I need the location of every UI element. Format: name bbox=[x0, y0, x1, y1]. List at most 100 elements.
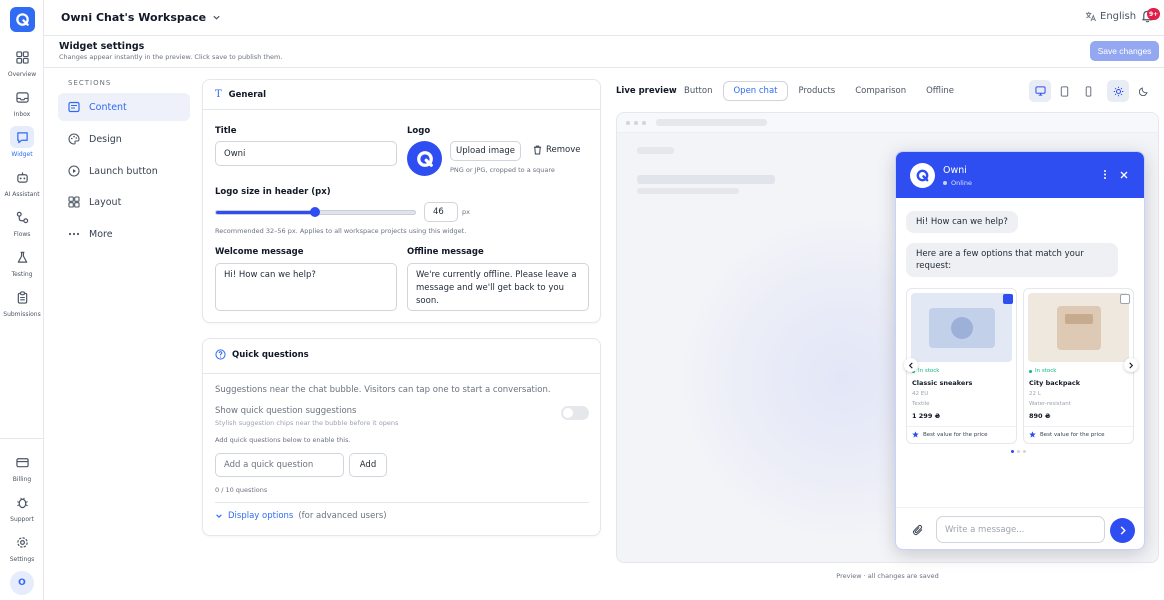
clipboard-icon bbox=[10, 286, 34, 308]
star-icon bbox=[912, 431, 919, 438]
section-layout[interactable]: Layout bbox=[58, 188, 190, 216]
divider bbox=[203, 109, 600, 110]
nav-item-inbox[interactable]: Inbox bbox=[0, 86, 44, 122]
quick-suggestions-toggle[interactable] bbox=[561, 406, 589, 420]
skeleton-line bbox=[637, 147, 674, 154]
more-vertical-icon[interactable] bbox=[1103, 169, 1107, 180]
remove-button[interactable]: Remove bbox=[533, 145, 581, 155]
logo-hint: PNG or JPG, cropped to a square bbox=[450, 166, 555, 174]
title-input[interactable]: Owni bbox=[215, 141, 397, 166]
chat-status: Online bbox=[943, 179, 972, 187]
chevron-right-icon bbox=[1129, 361, 1134, 369]
compare-checkbox[interactable] bbox=[1120, 294, 1130, 304]
stock-label: In stock bbox=[1035, 368, 1057, 374]
carousel-prev-button[interactable] bbox=[904, 358, 918, 372]
carousel-dot[interactable] bbox=[1011, 450, 1014, 453]
divider bbox=[907, 426, 1016, 427]
carousel-dot[interactable] bbox=[1023, 450, 1026, 453]
display-options-toggle[interactable]: Display options (for advanced users) bbox=[215, 511, 387, 521]
logo-label: Logo bbox=[407, 126, 431, 136]
product-image bbox=[911, 293, 1012, 362]
quick-header: Quick questions bbox=[215, 349, 309, 360]
nav-item-settings[interactable]: Settings bbox=[0, 531, 44, 567]
offline-message-textarea[interactable]: We're currently offline. Please leave a … bbox=[407, 263, 589, 311]
skeleton-line bbox=[637, 175, 775, 184]
send-button[interactable] bbox=[1110, 518, 1135, 543]
nav-item-testing[interactable]: Testing bbox=[0, 246, 44, 282]
app-logo[interactable] bbox=[10, 7, 35, 32]
workspace-switcher[interactable]: Owni Chat's Workspace bbox=[61, 11, 221, 24]
bot-message: Here are a few options that match your r… bbox=[906, 243, 1118, 277]
tab-open-chat[interactable]: Open chat bbox=[723, 81, 788, 101]
page-subtitle: Changes appear instantly in the preview.… bbox=[59, 53, 283, 61]
chat-input-placeholder: Write a message... bbox=[945, 524, 1025, 535]
product-price: 1 299 ₴ bbox=[912, 412, 941, 420]
logo-icon bbox=[916, 169, 929, 182]
logo-icon bbox=[16, 13, 29, 26]
desktop-icon[interactable] bbox=[1029, 80, 1051, 102]
chevron-down-icon bbox=[213, 15, 220, 20]
carousel-dots bbox=[1011, 450, 1026, 453]
close-icon[interactable] bbox=[1120, 171, 1128, 179]
tab-button[interactable]: Button bbox=[675, 82, 721, 100]
nav-item-flows[interactable]: Flows bbox=[0, 206, 44, 242]
tab-offline[interactable]: Offline bbox=[917, 82, 963, 100]
section-design[interactable]: Design bbox=[58, 125, 190, 153]
welcome-message-textarea[interactable]: Hi! How can we help? bbox=[215, 263, 397, 311]
workspace-name: Owni Chat's Workspace bbox=[61, 11, 207, 24]
welcome-value: Hi! How can we help? bbox=[224, 270, 316, 280]
sun-icon[interactable] bbox=[1107, 80, 1129, 102]
nav-item-submissions[interactable]: Submissions bbox=[0, 286, 44, 322]
add-question-button[interactable]: Add bbox=[349, 453, 387, 477]
status-label: Online bbox=[951, 179, 972, 187]
display-options-label: Display options bbox=[228, 511, 294, 521]
page-header: Widget settings Changes appear instantly… bbox=[44, 36, 1164, 68]
section-label: Design bbox=[89, 133, 122, 145]
welcome-label: Welcome message bbox=[215, 247, 304, 257]
paperclip-icon[interactable] bbox=[912, 524, 924, 536]
nav-item-support[interactable]: Support bbox=[0, 491, 44, 527]
section-label: More bbox=[89, 228, 113, 240]
logo-size-unit: px bbox=[462, 208, 470, 216]
quick-question-input[interactable]: Add a quick question bbox=[215, 453, 344, 477]
nav-item-overview[interactable]: Overview bbox=[0, 46, 44, 82]
section-content[interactable]: Content bbox=[58, 93, 190, 121]
tablet-icon[interactable] bbox=[1053, 80, 1075, 102]
product-card[interactable]: In stock Classic sneakers 42 EU Textile … bbox=[906, 288, 1017, 444]
chat-message-input[interactable]: Write a message... bbox=[936, 516, 1105, 543]
product-meta: 42 EU bbox=[912, 391, 929, 397]
send-icon bbox=[1120, 526, 1126, 535]
bot-message: Hi! How can we help? bbox=[906, 211, 1018, 233]
tab-comparison[interactable]: Comparison bbox=[846, 82, 915, 100]
section-launch-button[interactable]: Launch button bbox=[58, 157, 190, 185]
language-switcher[interactable]: English bbox=[1085, 11, 1136, 22]
compare-checkbox[interactable] bbox=[1003, 294, 1013, 304]
card-title: Quick questions bbox=[232, 349, 309, 360]
section-more[interactable]: More bbox=[58, 220, 190, 248]
save-changes-button[interactable]: Save changes bbox=[1090, 41, 1159, 61]
avatar[interactable]: O bbox=[10, 571, 34, 595]
product-image bbox=[1028, 293, 1129, 362]
sections-heading: SECTIONS bbox=[68, 79, 112, 87]
nav-item-widget[interactable]: Widget bbox=[0, 126, 44, 162]
mobile-icon[interactable] bbox=[1077, 80, 1099, 102]
divider bbox=[215, 502, 589, 503]
notification-badge: 9+ bbox=[1147, 8, 1161, 20]
more-dots-icon bbox=[68, 232, 80, 236]
carousel-dot[interactable] bbox=[1017, 450, 1020, 453]
nav-label: Flows bbox=[13, 231, 31, 238]
toggle-label: Show quick question suggestions bbox=[215, 406, 357, 416]
logo-size-input[interactable]: 46 bbox=[424, 202, 458, 222]
help-circle-icon bbox=[215, 349, 226, 360]
nav-item-ai-assistant[interactable]: AI Assistant bbox=[0, 166, 44, 202]
slider-thumb[interactable] bbox=[310, 207, 320, 217]
product-card[interactable]: In stock City backpack 22 L Water-resist… bbox=[1023, 288, 1134, 444]
carousel-next-button[interactable] bbox=[1124, 358, 1138, 372]
nav-item-billing[interactable]: Billing bbox=[0, 451, 44, 487]
stock-dot bbox=[1029, 369, 1032, 373]
tab-products[interactable]: Products bbox=[790, 82, 845, 100]
moon-icon[interactable] bbox=[1133, 80, 1155, 102]
chat-window: Owni Online Hi! How can we help? Here ar… bbox=[895, 151, 1145, 550]
product-meta: Water-resistant bbox=[1029, 401, 1071, 407]
upload-image-button[interactable]: Upload image bbox=[450, 141, 521, 161]
